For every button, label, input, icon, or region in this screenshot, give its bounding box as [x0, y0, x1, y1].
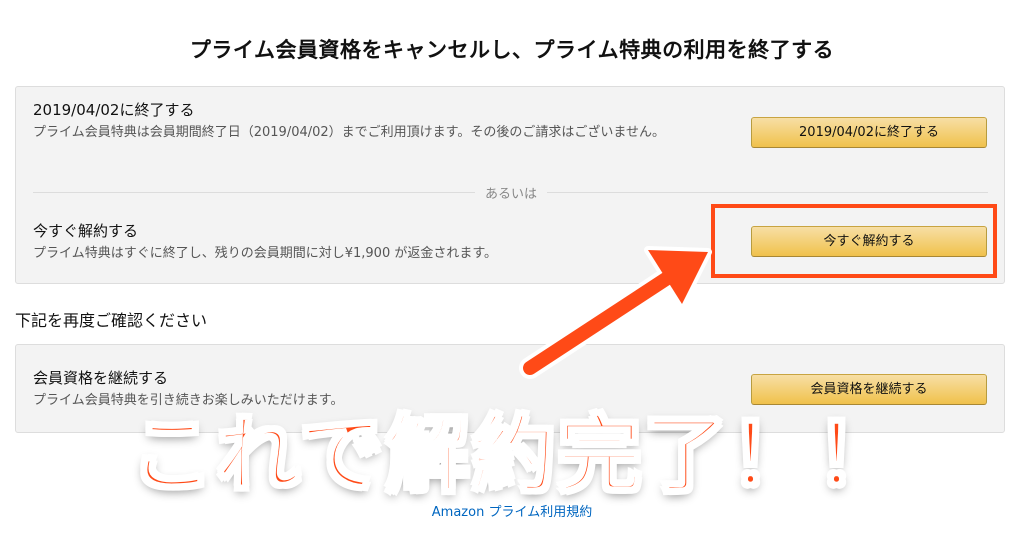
- prime-terms-link[interactable]: Amazon プライム利用規約: [0, 501, 1024, 520]
- prime-cancel-page: プライム会員資格をキャンセルし、プライム特典の利用を終了する 2019/04/0…: [0, 0, 1024, 535]
- annotation-overlay-text: これで解約完了！！: [128, 405, 902, 506]
